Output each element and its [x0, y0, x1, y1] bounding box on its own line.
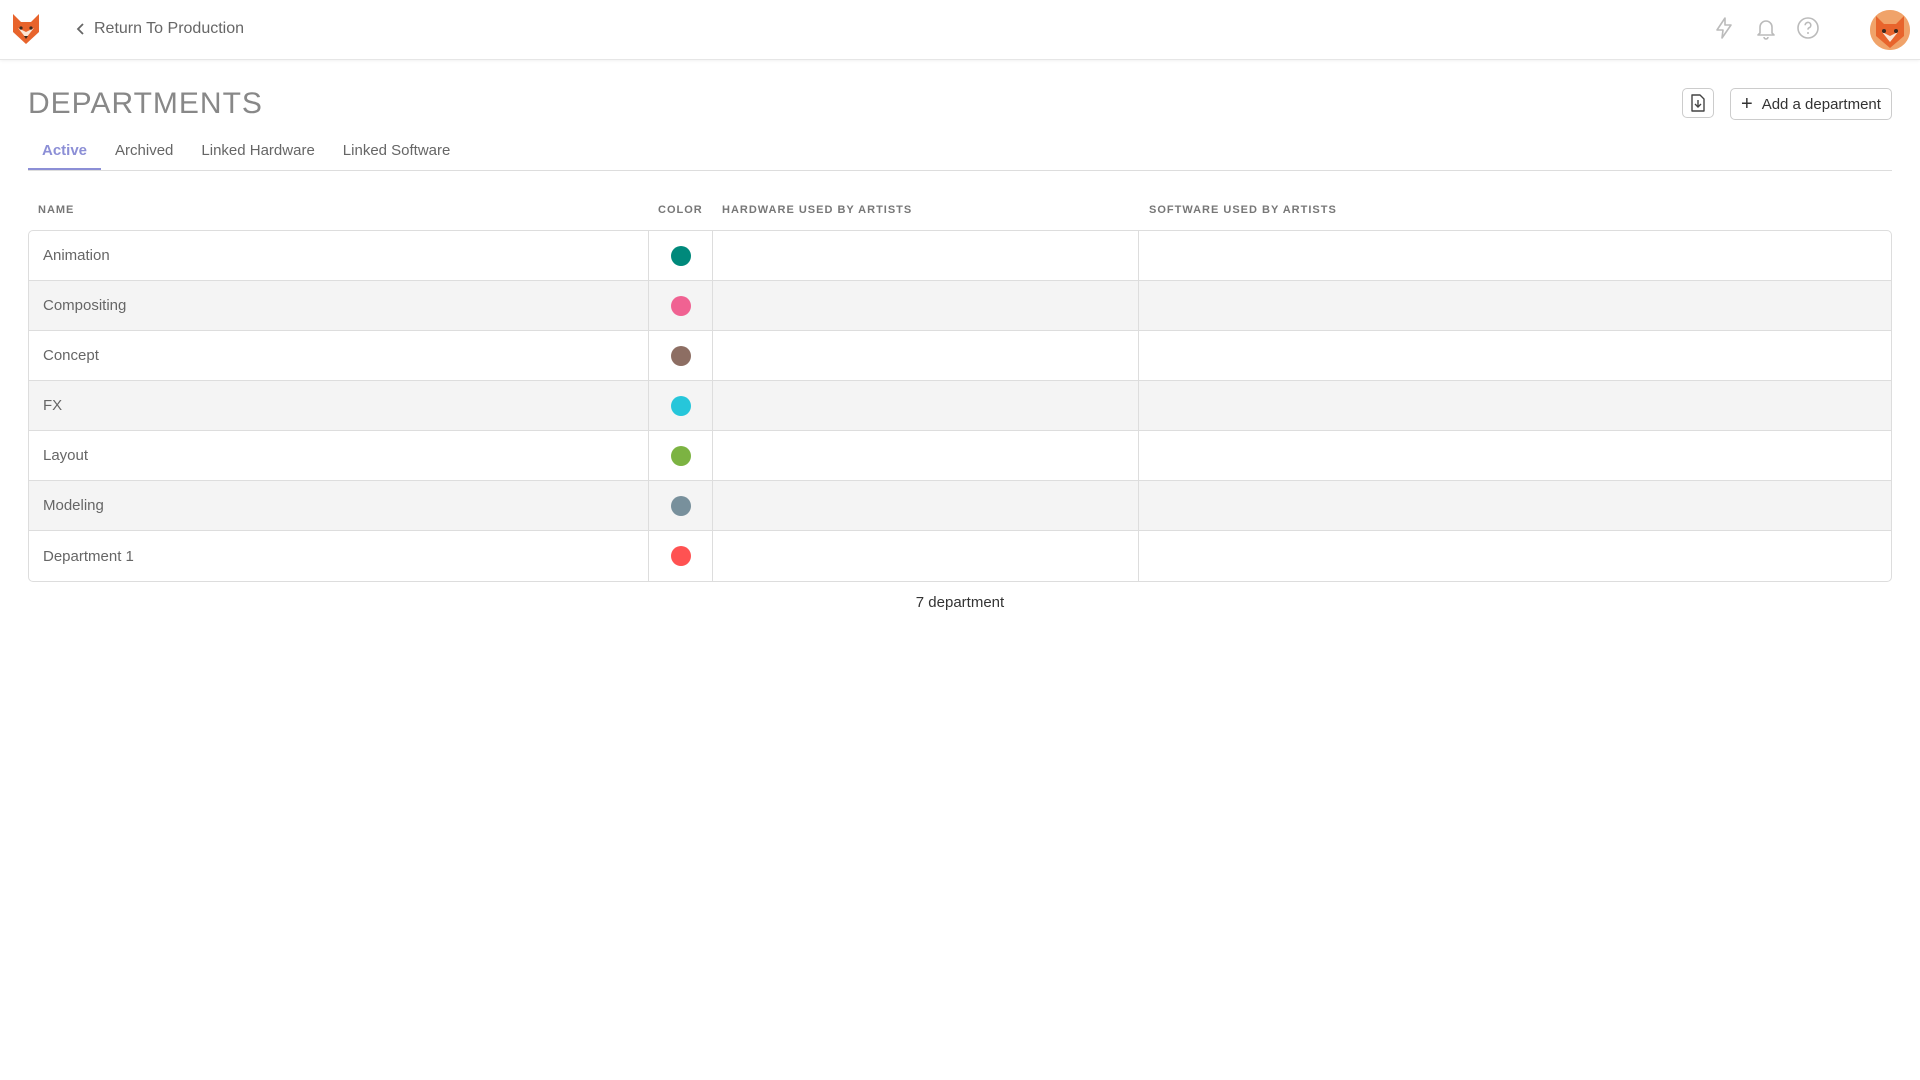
export-button[interactable]	[1682, 88, 1714, 118]
table-row[interactable]: Department 1	[29, 531, 1891, 581]
tabs: Active Archived Linked Hardware Linked S…	[28, 138, 1892, 171]
column-header-color: COLOR	[658, 204, 703, 216]
column-header-hardware: HARDWARE USED BY ARTISTS	[722, 204, 913, 216]
tab-archived[interactable]: Archived	[101, 138, 187, 170]
back-label: Return To Production	[94, 20, 245, 37]
software-cell	[1139, 531, 1891, 581]
lightning-icon[interactable]	[1712, 16, 1736, 40]
page-title: DEPARTMENTS	[28, 87, 263, 120]
avatar[interactable]	[1870, 10, 1910, 50]
department-name[interactable]: Department 1	[29, 531, 649, 581]
color-swatch	[670, 395, 691, 416]
chevron-left-icon	[76, 23, 84, 35]
software-cell	[1139, 481, 1891, 530]
hardware-cell	[713, 231, 1139, 280]
plus-icon: +	[1741, 93, 1753, 115]
tab-active[interactable]: Active	[28, 138, 102, 170]
table-row[interactable]: FX	[29, 381, 1891, 431]
tab-linked-hardware[interactable]: Linked Hardware	[187, 138, 328, 170]
color-swatch	[670, 245, 691, 266]
hardware-cell	[713, 331, 1139, 380]
software-cell	[1139, 381, 1891, 430]
table-row[interactable]: Layout	[29, 431, 1891, 481]
department-name[interactable]: FX	[29, 381, 649, 430]
department-count: 7 department	[915, 594, 1005, 611]
software-cell	[1139, 231, 1891, 280]
hardware-cell	[713, 281, 1139, 330]
departments-table: Animation Compositing Concept FX Layout …	[28, 230, 1892, 582]
return-to-production-link[interactable]: Return To Production	[74, 17, 244, 41]
bell-icon[interactable]	[1754, 16, 1778, 40]
department-name[interactable]: Concept	[29, 331, 649, 380]
table-row[interactable]: Modeling	[29, 481, 1891, 531]
table-header: NAME COLOR HARDWARE USED BY ARTISTS SOFT…	[28, 200, 1892, 230]
table-row[interactable]: Compositing	[29, 281, 1891, 331]
hardware-cell	[713, 531, 1139, 581]
color-swatch	[670, 295, 691, 316]
download-file-icon	[1691, 94, 1705, 112]
color-swatch	[670, 345, 691, 366]
hardware-cell	[713, 431, 1139, 480]
department-name[interactable]: Modeling	[29, 481, 649, 530]
tab-linked-software[interactable]: Linked Software	[329, 138, 465, 170]
color-swatch	[670, 495, 691, 516]
department-name[interactable]: Animation	[29, 231, 649, 280]
department-name[interactable]: Layout	[29, 431, 649, 480]
add-department-button[interactable]: + Add a department	[1730, 88, 1892, 120]
column-header-name: NAME	[38, 204, 75, 216]
software-cell	[1139, 431, 1891, 480]
kitsu-logo-icon[interactable]	[10, 12, 42, 46]
software-cell	[1139, 331, 1891, 380]
column-header-software: SOFTWARE USED BY ARTISTS	[1149, 204, 1337, 216]
software-cell	[1139, 281, 1891, 330]
table-row[interactable]: Concept	[29, 331, 1891, 381]
department-name[interactable]: Compositing	[29, 281, 649, 330]
hardware-cell	[713, 381, 1139, 430]
hardware-cell	[713, 481, 1139, 530]
add-department-label: Add a department	[1761, 95, 1881, 113]
color-swatch	[670, 445, 691, 466]
top-bar: Return To Production	[0, 0, 1920, 60]
color-swatch	[670, 546, 691, 566]
table-row[interactable]: Animation	[29, 231, 1891, 281]
help-icon[interactable]	[1796, 16, 1820, 40]
